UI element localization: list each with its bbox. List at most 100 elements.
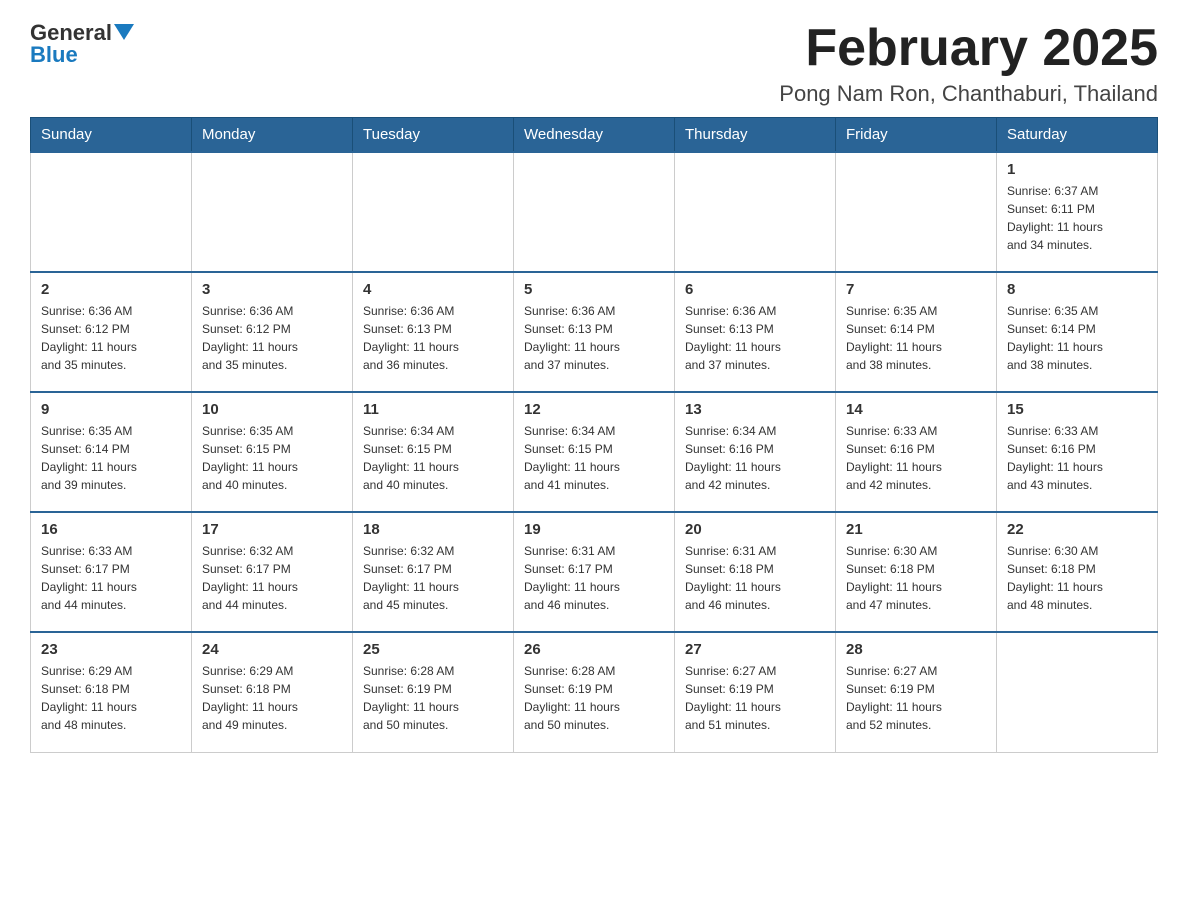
day-info: Sunrise: 6:34 AM Sunset: 6:15 PM Dayligh… [524,422,664,494]
calendar-cell: 17Sunrise: 6:32 AM Sunset: 6:17 PM Dayli… [192,512,353,632]
calendar-cell: 23 Sunrise: 6:29 AM Sunset: 6:18 PM Dayli… [31,632,192,752]
day-info: Sunrise: 6:36 AM Sunset: 6:12 PM Dayligh… [41,302,181,374]
weekday-header-row: SundayMondayTuesdayWednesdayThursdayFrid… [31,118,1158,153]
title-section: February 2025 Pong Nam Ron, Chanthaburi,… [779,20,1158,107]
calendar-cell: 28 Sunrise: 6:27 AM Sunset: 6:19 PM Dayli… [836,632,997,752]
day-number: 13 [685,401,825,418]
day-info: Sunrise: 6:31 AM Sunset: 6:18 PM Dayligh… [685,542,825,614]
day-info: Sunrise: 6:34 AM Sunset: 6:16 PM Dayligh… [685,422,825,494]
day-info: Sunrise: 6:27 AM Sunset: 6:19 PM Dayligh… [846,662,986,734]
calendar-cell [675,152,836,272]
logo: General Blue [30,20,134,68]
day-number: 27 [685,641,825,658]
calendar-week-3: 9 Sunrise: 6:35 AM Sunset: 6:14 PM Daylig… [31,392,1158,512]
weekday-header-friday: Friday [836,118,997,153]
calendar-cell: 4 Sunrise: 6:36 AM Sunset: 6:13 PM Daylig… [353,272,514,392]
calendar-week-5: 23 Sunrise: 6:29 AM Sunset: 6:18 PM Dayli… [31,632,1158,752]
day-number: 12 [524,401,664,418]
day-number: 15 [1007,401,1147,418]
calendar-cell [31,152,192,272]
calendar-cell: 21 Sunrise: 6:30 AM Sunset: 6:18 PM Dayli… [836,512,997,632]
day-info: Sunrise: 6:36 AM Sunset: 6:13 PM Dayligh… [363,302,503,374]
calendar-cell [836,152,997,272]
calendar-cell: 13 Sunrise: 6:34 AM Sunset: 6:16 PM Dayli… [675,392,836,512]
weekday-header-saturday: Saturday [997,118,1158,153]
month-title: February 2025 [779,20,1158,77]
day-info: Sunrise: 6:32 AM Sunset: 6:17 PM Dayligh… [202,542,342,614]
calendar-cell: 2 Sunrise: 6:36 AM Sunset: 6:12 PM Daylig… [31,272,192,392]
calendar-cell: 24 Sunrise: 6:29 AM Sunset: 6:18 PM Dayli… [192,632,353,752]
day-number: 14 [846,401,986,418]
weekday-header-tuesday: Tuesday [353,118,514,153]
calendar-cell: 19Sunrise: 6:31 AM Sunset: 6:17 PM Dayli… [514,512,675,632]
logo-blue-text: Blue [30,42,78,68]
calendar-cell: 22 Sunrise: 6:30 AM Sunset: 6:18 PM Dayli… [997,512,1158,632]
calendar-cell: 3Sunrise: 6:36 AM Sunset: 6:12 PM Daylig… [192,272,353,392]
calendar-cell: 1 Sunrise: 6:37 AM Sunset: 6:11 PM Daylig… [997,152,1158,272]
calendar-cell: 26Sunrise: 6:28 AM Sunset: 6:19 PM Dayli… [514,632,675,752]
calendar-week-4: 16 Sunrise: 6:33 AM Sunset: 6:17 PM Dayli… [31,512,1158,632]
day-number: 16 [41,521,181,538]
calendar-cell: 27 Sunrise: 6:27 AM Sunset: 6:19 PM Dayli… [675,632,836,752]
day-info: Sunrise: 6:32 AM Sunset: 6:17 PM Dayligh… [363,542,503,614]
day-number: 11 [363,401,503,418]
day-info: Sunrise: 6:36 AM Sunset: 6:13 PM Dayligh… [685,302,825,374]
calendar-cell: 20 Sunrise: 6:31 AM Sunset: 6:18 PM Dayli… [675,512,836,632]
calendar-cell: 11 Sunrise: 6:34 AM Sunset: 6:15 PM Dayli… [353,392,514,512]
calendar-cell: 10Sunrise: 6:35 AM Sunset: 6:15 PM Dayli… [192,392,353,512]
day-number: 23 [41,641,181,658]
day-number: 22 [1007,521,1147,538]
day-info: Sunrise: 6:29 AM Sunset: 6:18 PM Dayligh… [41,662,181,734]
calendar-table: SundayMondayTuesdayWednesdayThursdayFrid… [30,117,1158,753]
day-info: Sunrise: 6:36 AM Sunset: 6:13 PM Dayligh… [524,302,664,374]
day-info: Sunrise: 6:30 AM Sunset: 6:18 PM Dayligh… [1007,542,1147,614]
day-number: 18 [363,521,503,538]
calendar-cell [353,152,514,272]
logo-triangle-icon [114,24,134,40]
day-number: 4 [363,281,503,298]
calendar-cell: 16 Sunrise: 6:33 AM Sunset: 6:17 PM Dayli… [31,512,192,632]
calendar-cell: 25 Sunrise: 6:28 AM Sunset: 6:19 PM Dayli… [353,632,514,752]
day-number: 5 [524,281,664,298]
day-number: 19 [524,521,664,538]
day-info: Sunrise: 6:33 AM Sunset: 6:16 PM Dayligh… [846,422,986,494]
calendar-week-2: 2 Sunrise: 6:36 AM Sunset: 6:12 PM Daylig… [31,272,1158,392]
day-number: 3 [202,281,342,298]
day-number: 10 [202,401,342,418]
day-number: 6 [685,281,825,298]
day-number: 1 [1007,161,1147,178]
day-number: 20 [685,521,825,538]
day-info: Sunrise: 6:29 AM Sunset: 6:18 PM Dayligh… [202,662,342,734]
day-number: 28 [846,641,986,658]
day-number: 24 [202,641,342,658]
day-info: Sunrise: 6:35 AM Sunset: 6:14 PM Dayligh… [1007,302,1147,374]
day-number: 26 [524,641,664,658]
day-info: Sunrise: 6:35 AM Sunset: 6:14 PM Dayligh… [41,422,181,494]
calendar-cell: 12 Sunrise: 6:34 AM Sunset: 6:15 PM Dayli… [514,392,675,512]
day-info: Sunrise: 6:27 AM Sunset: 6:19 PM Dayligh… [685,662,825,734]
calendar-cell: 5 Sunrise: 6:36 AM Sunset: 6:13 PM Daylig… [514,272,675,392]
day-number: 21 [846,521,986,538]
day-number: 2 [41,281,181,298]
calendar-cell: 7Sunrise: 6:35 AM Sunset: 6:14 PM Daylig… [836,272,997,392]
weekday-header-sunday: Sunday [31,118,192,153]
day-info: Sunrise: 6:37 AM Sunset: 6:11 PM Dayligh… [1007,182,1147,254]
page-header: General Blue February 2025 Pong Nam Ron,… [30,20,1158,107]
day-number: 8 [1007,281,1147,298]
day-number: 9 [41,401,181,418]
day-number: 7 [846,281,986,298]
calendar-cell: 14 Sunrise: 6:33 AM Sunset: 6:16 PM Dayli… [836,392,997,512]
day-info: Sunrise: 6:28 AM Sunset: 6:19 PM Dayligh… [363,662,503,734]
calendar-cell: 8 Sunrise: 6:35 AM Sunset: 6:14 PM Daylig… [997,272,1158,392]
calendar-cell: 9 Sunrise: 6:35 AM Sunset: 6:14 PM Daylig… [31,392,192,512]
calendar-cell [192,152,353,272]
weekday-header-thursday: Thursday [675,118,836,153]
calendar-cell: 15Sunrise: 6:33 AM Sunset: 6:16 PM Dayli… [997,392,1158,512]
calendar-cell [997,632,1158,752]
calendar-cell: 18 Sunrise: 6:32 AM Sunset: 6:17 PM Dayli… [353,512,514,632]
location-title: Pong Nam Ron, Chanthaburi, Thailand [779,81,1158,107]
day-info: Sunrise: 6:34 AM Sunset: 6:15 PM Dayligh… [363,422,503,494]
day-info: Sunrise: 6:33 AM Sunset: 6:17 PM Dayligh… [41,542,181,614]
day-number: 25 [363,641,503,658]
day-info: Sunrise: 6:30 AM Sunset: 6:18 PM Dayligh… [846,542,986,614]
